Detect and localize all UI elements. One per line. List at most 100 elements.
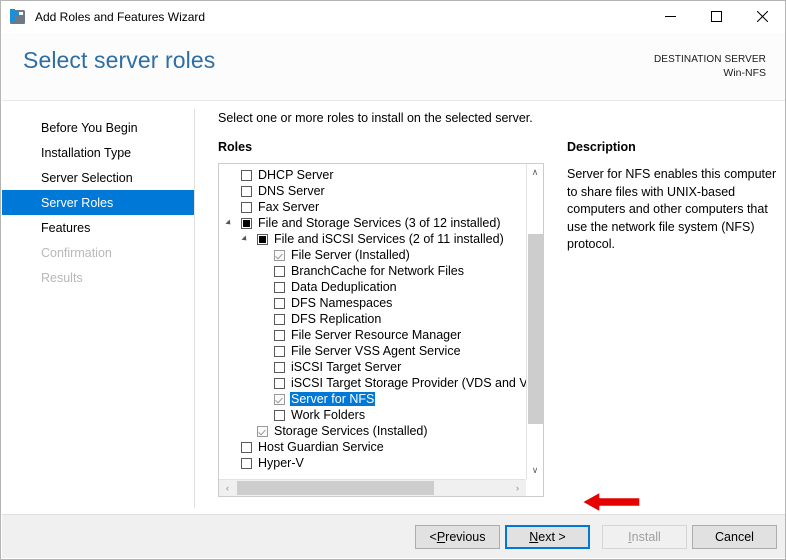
role-checkbox[interactable]	[274, 266, 285, 277]
role-label: Server for NFS	[290, 392, 375, 406]
role-tree-item[interactable]: iSCSI Target Storage Provider (VDS and V…	[219, 375, 527, 391]
role-checkbox[interactable]	[241, 170, 252, 181]
role-label: iSCSI Target Server	[290, 360, 402, 374]
annotation-arrow-icon	[580, 490, 642, 514]
role-checkbox[interactable]	[241, 218, 252, 229]
instruction-text: Select one or more roles to install on t…	[218, 111, 533, 125]
role-tree-item[interactable]: DNS Server	[219, 183, 527, 199]
role-label: Fax Server	[257, 200, 320, 214]
sidebar-item-label: Before You Begin	[41, 121, 138, 135]
role-checkbox[interactable]	[257, 234, 268, 245]
window-controls	[647, 1, 785, 32]
role-label: File and Storage Services (3 of 12 insta…	[257, 216, 502, 230]
close-button[interactable]	[739, 1, 785, 32]
role-label: DFS Namespaces	[290, 296, 393, 310]
sidebar-item-features[interactable]: Features	[2, 215, 194, 240]
role-tree-item[interactable]: Host Guardian Service	[219, 439, 527, 455]
role-tree-item[interactable]: Data Deduplication	[219, 279, 527, 295]
role-label: File and iSCSI Services (2 of 11 install…	[273, 232, 505, 246]
role-label: File Server Resource Manager	[290, 328, 462, 342]
sidebar-item-label: Features	[41, 221, 90, 235]
next-button[interactable]: Next >	[505, 525, 590, 549]
role-checkbox[interactable]	[274, 282, 285, 293]
roles-tree: DHCP Server DNS Server Fax Server File and …	[219, 167, 527, 471]
roles-listbox[interactable]: DHCP Server DNS Server Fax Server File and …	[218, 163, 544, 497]
role-checkbox[interactable]	[274, 346, 285, 357]
role-tree-item[interactable]: DFS Namespaces	[219, 295, 527, 311]
roles-label: Roles	[218, 140, 252, 154]
sidebar-item-label: Installation Type	[41, 146, 131, 160]
role-tree-item[interactable]: File and Storage Services (3 of 12 insta…	[219, 215, 527, 231]
role-checkbox[interactable]	[257, 426, 268, 437]
horizontal-scroll-thumb[interactable]	[237, 481, 434, 495]
sidebar-item-installation-type[interactable]: Installation Type	[2, 140, 194, 165]
role-checkbox[interactable]	[274, 410, 285, 421]
role-checkbox[interactable]	[241, 442, 252, 453]
role-tree-item[interactable]: Hyper-V	[219, 455, 527, 471]
scroll-down-icon[interactable]: ∨	[527, 462, 543, 479]
role-tree-item[interactable]: DHCP Server	[219, 167, 527, 183]
wizard-body: Before You Begin Installation Type Server …	[2, 101, 786, 516]
sidebar-item-server-roles[interactable]: Server Roles	[2, 190, 194, 215]
role-label: Data Deduplication	[290, 280, 398, 294]
sidebar-item-label: Confirmation	[41, 246, 112, 260]
role-checkbox[interactable]	[274, 394, 285, 405]
roles-vertical-scrollbar[interactable]: ∧ ∨	[526, 164, 543, 479]
description-label: Description	[567, 140, 636, 154]
scroll-left-icon[interactable]: ‹	[219, 480, 236, 496]
title-bar: Add Roles and Features Wizard	[1, 1, 785, 33]
sidebar-item-before-you-begin[interactable]: Before You Begin	[2, 115, 194, 140]
role-label: DNS Server	[257, 184, 326, 198]
sidebar-item-server-selection[interactable]: Server Selection	[2, 165, 194, 190]
destination-server-label: DESTINATION SERVER	[654, 53, 766, 66]
role-tree-item[interactable]: BranchCache for Network Files	[219, 263, 527, 279]
role-tree-item[interactable]: File Server Resource Manager	[219, 327, 527, 343]
previous-button[interactable]: < Previous	[415, 525, 500, 549]
scroll-right-icon[interactable]: ›	[509, 480, 526, 496]
role-checkbox[interactable]	[241, 458, 252, 469]
sidebar-item-results: Results	[2, 265, 194, 290]
role-checkbox[interactable]	[274, 298, 285, 309]
window-title: Add Roles and Features Wizard	[35, 10, 205, 24]
role-tree-item[interactable]: iSCSI Target Server	[219, 359, 527, 375]
role-tree-item[interactable]: File Server (Installed)	[219, 247, 527, 263]
vertical-scroll-thumb[interactable]	[528, 234, 543, 424]
role-tree-item[interactable]: Work Folders	[219, 407, 527, 423]
role-tree-item[interactable]: Fax Server	[219, 199, 527, 215]
description-text: Server for NFS enables this computer to …	[567, 166, 777, 254]
sidebar-item-label: Results	[41, 271, 83, 285]
roles-horizontal-scrollbar[interactable]: ‹ ›	[219, 479, 543, 496]
destination-server-block: DESTINATION SERVER Win-NFS	[654, 53, 766, 80]
role-tree-item[interactable]: Server for NFS	[219, 391, 527, 407]
content-pane: Select one or more roles to install on t…	[195, 101, 786, 516]
wizard-header: Select server roles DESTINATION SERVER W…	[2, 33, 786, 101]
minimize-button[interactable]	[647, 1, 693, 32]
role-tree-item[interactable]: File Server VSS Agent Service	[219, 343, 527, 359]
role-label: Work Folders	[290, 408, 366, 422]
destination-server-value: Win-NFS	[654, 66, 766, 80]
role-checkbox[interactable]	[241, 202, 252, 213]
scroll-up-icon[interactable]: ∧	[527, 164, 543, 181]
cancel-button[interactable]: Cancel	[692, 525, 777, 549]
role-tree-item[interactable]: DFS Replication	[219, 311, 527, 327]
role-label: DFS Replication	[290, 312, 382, 326]
expander-triangle-icon[interactable]	[225, 219, 232, 226]
role-checkbox[interactable]	[274, 250, 285, 261]
add-roles-and-features-wizard-window: Add Roles and Features Wizard Select ser…	[0, 0, 786, 560]
sidebar-item-label: Server Selection	[41, 171, 133, 185]
role-label: iSCSI Target Storage Provider (VDS and V…	[290, 376, 527, 390]
role-label: Storage Services (Installed)	[273, 424, 429, 438]
role-tree-item[interactable]: Storage Services (Installed)	[219, 423, 527, 439]
sidebar-item-label: Server Roles	[41, 196, 113, 210]
role-checkbox[interactable]	[274, 378, 285, 389]
role-checkbox[interactable]	[274, 314, 285, 325]
role-checkbox[interactable]	[241, 186, 252, 197]
role-label: Host Guardian Service	[257, 440, 385, 454]
role-tree-item[interactable]: File and iSCSI Services (2 of 11 install…	[219, 231, 527, 247]
expander-triangle-icon[interactable]	[241, 235, 248, 242]
maximize-button[interactable]	[693, 1, 739, 32]
role-checkbox[interactable]	[274, 362, 285, 373]
scrollbar-corner	[526, 479, 543, 496]
role-checkbox[interactable]	[274, 330, 285, 341]
role-label: DHCP Server	[257, 168, 334, 182]
